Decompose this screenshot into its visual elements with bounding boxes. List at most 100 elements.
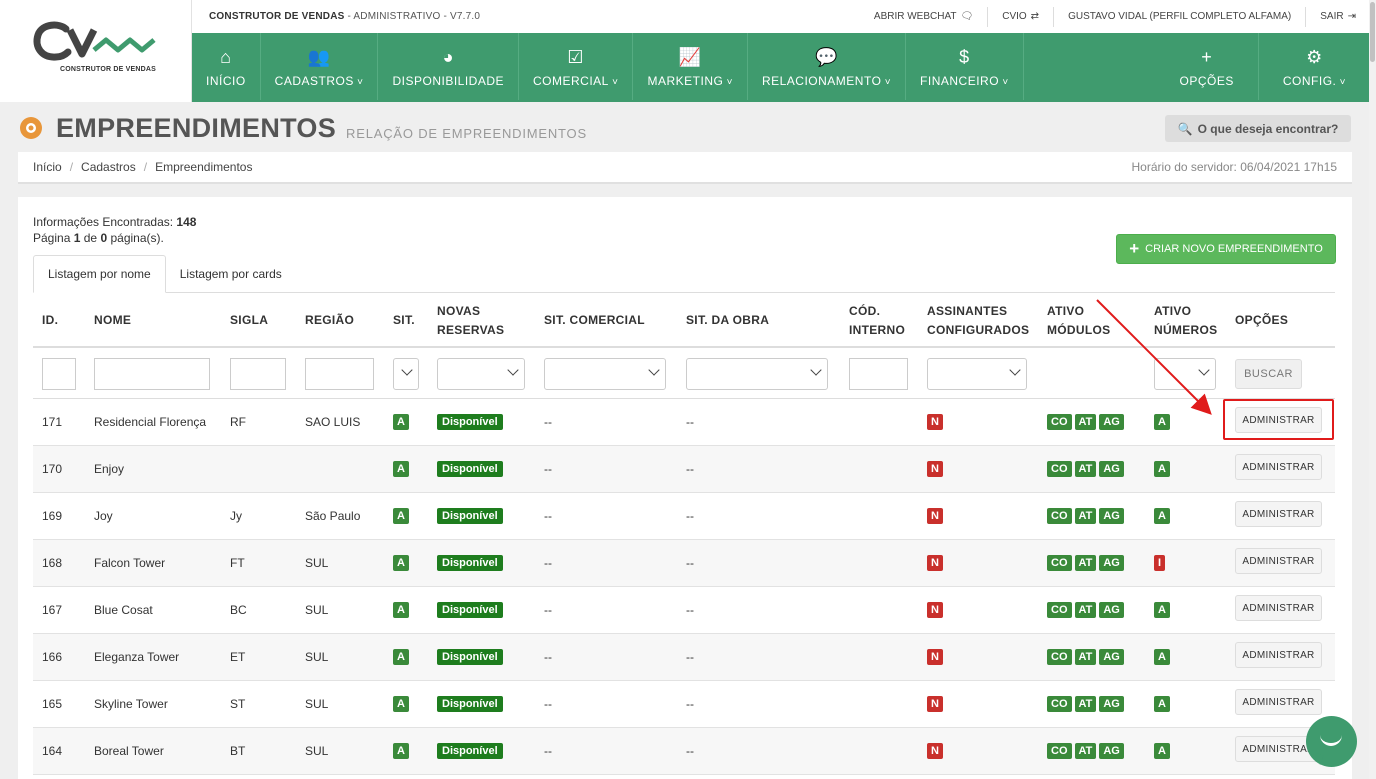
- column-header-nome[interactable]: NOME: [94, 293, 131, 348]
- chevron-down-icon: ˅: [999, 76, 1009, 88]
- column-header-id[interactable]: ID.: [42, 293, 58, 348]
- users-icon: 👥: [307, 46, 331, 67]
- nav-op-es[interactable]: + OPÇÕES: [1156, 33, 1258, 100]
- cell-sit-comercial: --: [544, 744, 552, 758]
- global-search-button[interactable]: 🔍 O que deseja encontrar?: [1165, 115, 1351, 142]
- breadcrumb-home[interactable]: Início: [33, 160, 62, 174]
- filter-sit-obra-select[interactable]: [686, 358, 828, 390]
- logout-link[interactable]: SAIR ⇥: [1305, 6, 1370, 27]
- cell-sigla: BT: [230, 744, 246, 758]
- filter-regiao-input[interactable]: [305, 358, 374, 390]
- column-header-cod[interactable]: CÓD. INTERNO: [849, 293, 919, 348]
- page-title-row: EMPREENDIMENTOS RELAÇÃO DE EMPREENDIMENT…: [18, 113, 587, 144]
- column-header-assinantes[interactable]: ASSINANTES CONFIGURADOS: [927, 293, 1037, 348]
- cell-modulos: CO AT AG: [1047, 446, 1127, 492]
- dashboard-icon: ◕: [442, 46, 454, 67]
- cell-sit-obra: --: [686, 556, 694, 570]
- nav-comercial[interactable]: ☑ COMERCIAL ˅: [519, 33, 634, 100]
- status-badge: A: [393, 414, 409, 430]
- page-scrollbar[interactable]: [1369, 0, 1376, 779]
- cell-sit-obra: --: [686, 462, 694, 476]
- logo[interactable]: CONSTRUTOR DE VENDAS: [0, 0, 192, 102]
- numbers-badge: I: [1154, 555, 1166, 571]
- column-header-sit-comercial[interactable]: SIT. COMERCIAL: [544, 293, 645, 348]
- cell-nome: Enjoy: [94, 462, 125, 476]
- filter-nome-input[interactable]: [94, 358, 210, 390]
- administrar-button[interactable]: ADMINISTRAR: [1235, 548, 1322, 574]
- webchat-link[interactable]: ABRIR WEBCHAT 🗨: [860, 7, 987, 27]
- column-header-numeros[interactable]: ATIVO NÚMEROS: [1154, 293, 1224, 348]
- cell-numeros: A: [1154, 728, 1173, 774]
- chevron-down-icon: ˅: [723, 76, 733, 88]
- cell-sit-obra: --: [686, 697, 694, 711]
- filter-assinantes-select[interactable]: [927, 358, 1027, 390]
- logo-subtitle: CONSTRUTOR DE VENDAS: [60, 66, 157, 73]
- column-header-modulos[interactable]: ATIVO MÓDULOS: [1047, 293, 1117, 348]
- column-header-regiao[interactable]: REGIÃO: [305, 293, 354, 348]
- table-row: 164 Boreal Tower BT SUL A Disponível -- -- N CO AT…: [33, 728, 1335, 775]
- filter-novas-select[interactable]: [437, 358, 525, 390]
- availability-badge: Disponível: [437, 508, 503, 524]
- column-header-sigla[interactable]: SIGLA: [230, 293, 268, 348]
- breadcrumb: Início / Cadastros / Empreendimentos Hor…: [18, 152, 1352, 184]
- module-badge: AT: [1074, 602, 1097, 618]
- status-badge: A: [393, 461, 409, 477]
- module-badge: AT: [1074, 555, 1097, 571]
- administrar-button[interactable]: ADMINISTRAR: [1235, 689, 1322, 715]
- user-profile-link[interactable]: GUSTAVO VIDAL (PERFIL COMPLETO ALFAMA): [1053, 6, 1305, 27]
- tab-by-name[interactable]: Listagem por nome: [33, 255, 166, 293]
- filter-sit-select[interactable]: [393, 358, 419, 390]
- signers-badge: N: [927, 414, 943, 430]
- breadcrumb-cadastros[interactable]: Cadastros: [81, 160, 136, 174]
- cell-sit: A: [393, 399, 412, 445]
- main-nav: ⌂ INÍCIO 👥 CADASTROS ˅ ◕ DISPONIBILIDADE ☑ COME…: [192, 33, 1370, 100]
- filter-id-input[interactable]: [42, 358, 76, 390]
- cell-sigla: FT: [230, 556, 245, 570]
- cell-nome: Blue Cosat: [94, 603, 153, 617]
- administrar-button[interactable]: ADMINISTRAR: [1235, 501, 1322, 527]
- cell-assinantes: N: [927, 587, 946, 633]
- nav-in-cio[interactable]: ⌂ INÍCIO: [192, 33, 261, 100]
- cell-assinantes: N: [927, 399, 946, 445]
- cvio-link[interactable]: CVIO ⇄: [987, 6, 1053, 27]
- module-badge: AT: [1074, 414, 1097, 430]
- chat-widget-button[interactable]: [1306, 716, 1357, 767]
- building-gear-icon: [20, 117, 42, 139]
- column-header-sit-obra[interactable]: SIT. DA OBRA: [686, 293, 769, 348]
- nav-cadastros[interactable]: 👥 CADASTROS ˅: [261, 33, 379, 100]
- column-header-novas[interactable]: NOVAS RESERVAS: [437, 293, 507, 348]
- chat-icon: 🗨: [960, 11, 974, 22]
- column-header-sit[interactable]: SIT.: [393, 293, 415, 348]
- home-icon: ⌂: [220, 46, 232, 67]
- cell-sit-obra: --: [686, 650, 694, 664]
- module-badge: AG: [1099, 602, 1124, 618]
- nav-disponibilidade[interactable]: ◕ DISPONIBILIDADE: [378, 33, 520, 100]
- filter-sigla-input[interactable]: [230, 358, 286, 390]
- search-filter-button[interactable]: BUSCAR: [1235, 359, 1302, 389]
- signers-badge: N: [927, 461, 943, 477]
- chevron-down-icon: [1198, 364, 1210, 376]
- nav-relacionamento[interactable]: 💬 RELACIONAMENTO ˅: [748, 33, 907, 100]
- administrar-button[interactable]: ADMINISTRAR: [1235, 642, 1322, 668]
- column-header-opcoes[interactable]: OPÇÕES: [1235, 293, 1288, 348]
- cell-id: 167: [42, 603, 63, 617]
- filter-cod-input[interactable]: [849, 358, 908, 390]
- nav-marketing[interactable]: 📈 MARKETING ˅: [633, 33, 748, 100]
- tab-by-cards[interactable]: Listagem por cards: [166, 255, 296, 292]
- cell-sigla: Jy: [230, 509, 242, 523]
- comments-icon: 💬: [815, 46, 838, 67]
- status-badge: A: [393, 649, 409, 665]
- cell-regiao: São Paulo: [305, 509, 361, 523]
- signers-badge: N: [927, 649, 943, 665]
- nav-financeiro[interactable]: $ FINANCEIRO ˅: [906, 33, 1024, 100]
- administrar-button[interactable]: ADMINISTRAR: [1235, 454, 1322, 480]
- cell-numeros: A: [1154, 399, 1173, 445]
- nav-config[interactable]: ⚙ CONFIG. ˅: [1257, 33, 1370, 100]
- cv-logo-icon: [33, 21, 156, 61]
- filter-numeros-select[interactable]: [1154, 358, 1216, 390]
- numbers-badge: A: [1154, 743, 1170, 759]
- nav-label: CADASTROS: [274, 73, 354, 88]
- filter-sit-comercial-select[interactable]: [544, 358, 666, 390]
- cell-sit-comercial: --: [544, 603, 552, 617]
- administrar-button[interactable]: ADMINISTRAR: [1235, 595, 1322, 621]
